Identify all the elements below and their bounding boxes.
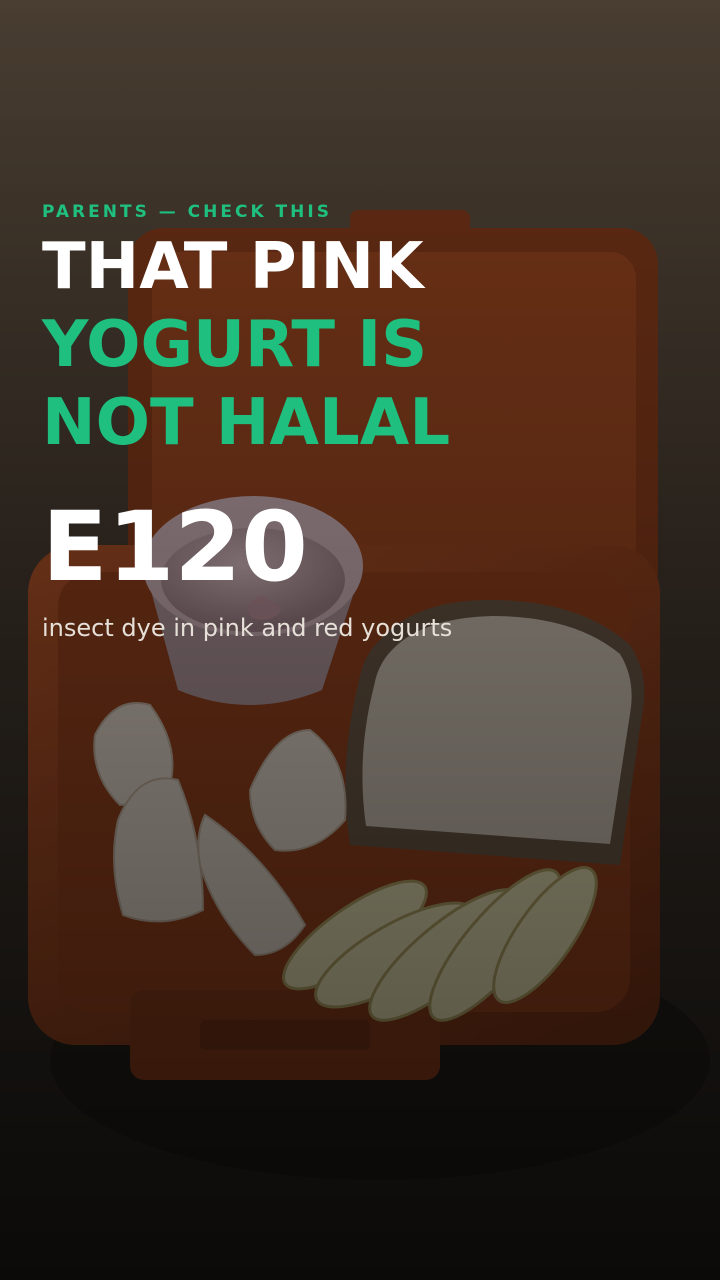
story-frame: PARENTS — CHECK THIS THAT PINK YOGURT IS… [0,0,720,1280]
additive-caption: insect dye in pink and red yogurts [42,614,453,642]
headline: THAT PINK YOGURT IS NOT HALAL [42,228,450,462]
headline-line-2: YOGURT IS [42,308,428,382]
headline-line-1: THAT PINK [42,230,424,304]
headline-line-3: NOT HALAL [42,386,451,460]
additive-code: E120 [42,491,308,603]
eyebrow-label: PARENTS — CHECK THIS [42,202,332,222]
